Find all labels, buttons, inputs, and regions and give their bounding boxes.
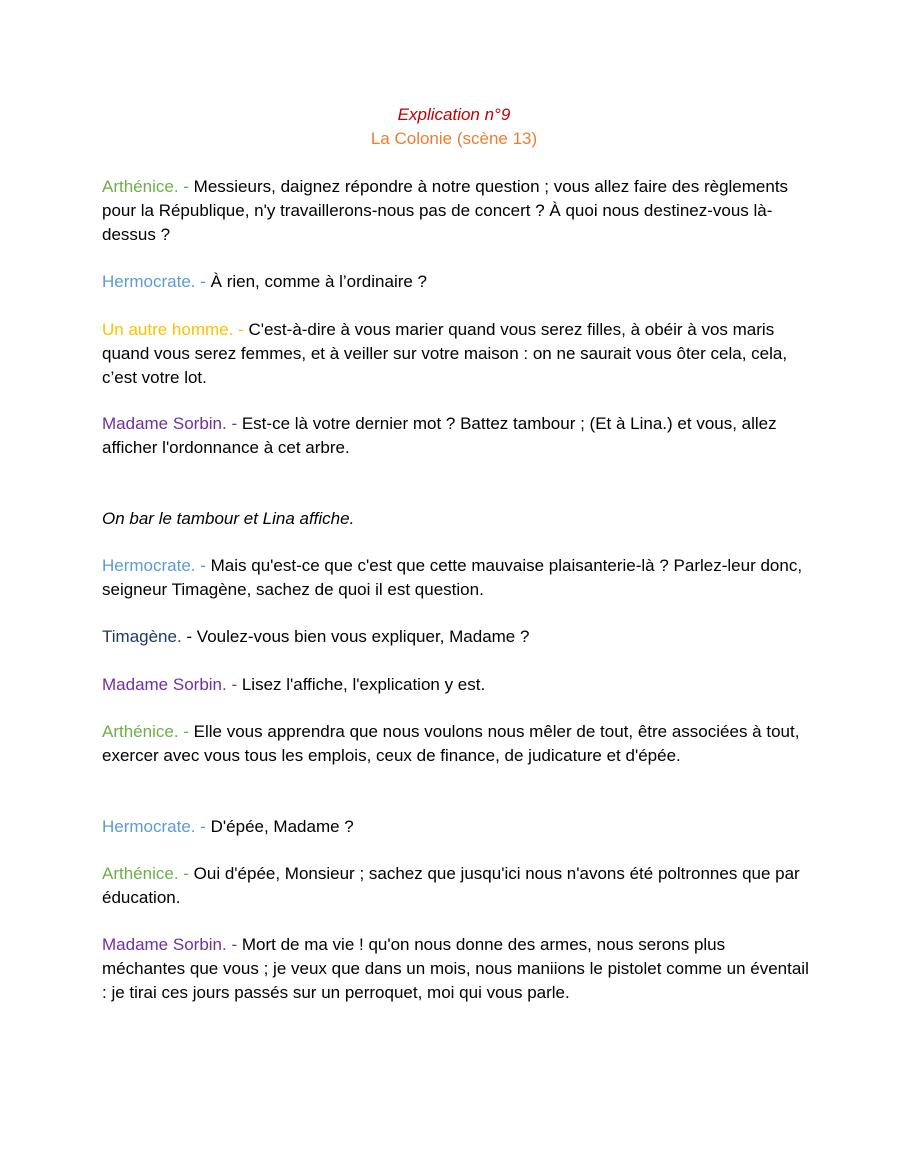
line-text: À rien, comme à l’ordinaire ? (210, 272, 428, 291)
speaker-name: Hermocrate. - (102, 817, 211, 836)
speaker-name: Un autre homme. - (102, 320, 249, 339)
dialogue-line-hermocrate: Hermocrate. - D'épée, Madame ? (102, 815, 810, 839)
line-text: Lisez l'affiche, l'explication y est. (241, 675, 486, 694)
dialogue-line-arthenice: Arthénice. - Messieurs, daignez répondre… (102, 175, 810, 247)
speaker-name: Madame Sorbin. - (102, 414, 242, 433)
speaker-name: Madame Sorbin. - (102, 935, 242, 954)
line-text: Messieurs, daignez répondre à notre ques… (102, 177, 789, 244)
dialogue-line-madame-sorbin: Madame Sorbin. - Mort de ma vie ! qu'on … (102, 933, 810, 1005)
dialogue-line-arthenice: Arthénice. - Elle vous apprendra que nou… (102, 720, 810, 768)
document-page: Explication n°9 La Colonie (scène 13) Ar… (0, 0, 908, 1160)
document-title: Explication n°9 (397, 105, 511, 124)
line-text: Oui d'épée, Monsieur ; sachez que jusqu'… (102, 864, 800, 907)
dialogue-line-madame-sorbin: Madame Sorbin. - Lisez l'affiche, l'expl… (102, 673, 810, 697)
speaker-name: Timagène. (102, 627, 182, 646)
dialogue-line-hermocrate: Hermocrate. - Mais qu'est-ce que c'est q… (102, 554, 810, 602)
dialogue-line-timagene: Timagène. - Voulez-vous bien vous expliq… (102, 625, 810, 649)
line-text: Elle vous apprendra que nous voulons nou… (102, 722, 800, 765)
dialogue-line-arthenice: Arthénice. - Oui d'épée, Monsieur ; sach… (102, 862, 810, 910)
speaker-name: Madame Sorbin. - (102, 675, 242, 694)
dialogue-line-hermocrate: Hermocrate. - À rien, comme à l’ordinair… (102, 270, 810, 294)
speaker-name: Arthénice. - (102, 864, 194, 883)
speaker-name: Arthénice. - (102, 722, 194, 741)
stage-direction: On bar le tambour et Lina affiche. (102, 509, 355, 528)
line-text: - Voulez-vous bien vous expliquer, Madam… (181, 627, 530, 646)
speaker-name: Hermocrate. - (102, 556, 211, 575)
speaker-name: Hermocrate. - (102, 272, 211, 291)
dialogue-line-autre-homme: Un autre homme. - C'est-à-dire à vous ma… (102, 318, 810, 390)
dialogue-line-madame-sorbin: Madame Sorbin. - Est-ce là votre dernier… (102, 412, 810, 460)
document-subtitle: La Colonie (scène 13) (370, 129, 538, 148)
line-text: D'épée, Madame ? (210, 817, 354, 836)
speaker-name: Arthénice. - (102, 177, 194, 196)
